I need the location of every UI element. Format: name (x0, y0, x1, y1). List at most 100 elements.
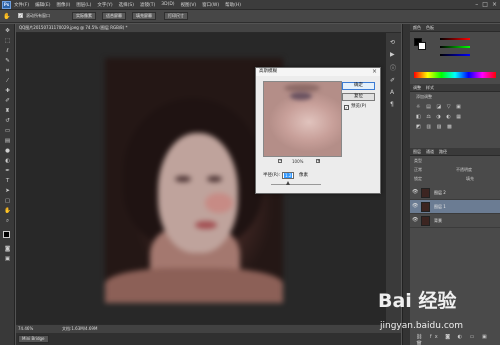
kind-filter[interactable]: 类型 (414, 158, 422, 164)
brush-tool-icon[interactable]: ✐ (3, 98, 12, 105)
eye-icon[interactable]: 👁 (412, 189, 418, 196)
menu-file[interactable]: 文件(F) (14, 2, 29, 8)
minimize-icon[interactable]: – (475, 1, 478, 8)
menu-image[interactable]: 图像(I) (56, 2, 70, 8)
pen-tool-icon[interactable]: ✒ (3, 168, 12, 175)
maximize-icon[interactable]: □ (482, 1, 488, 8)
radius-slider-thumb[interactable] (286, 181, 290, 185)
history-panel-icon[interactable]: ⟲ (390, 39, 395, 46)
dialog-titlebar[interactable]: 高斯模糊 × (256, 68, 380, 76)
status-bar: 74.46% 文档:1.63M/4.69M (16, 324, 401, 333)
hand-tool-icon[interactable]: ✋ (3, 208, 12, 215)
clone-stamp-tool-icon[interactable]: ♜ (3, 108, 12, 115)
preview-label: 预览(P) (351, 104, 367, 109)
fill-screen-button[interactable]: 填充屏幕 (132, 12, 156, 20)
green-slider[interactable] (440, 46, 470, 48)
gradient-tool-icon[interactable]: ▤ (3, 138, 12, 145)
radius-unit: 像素 (299, 173, 308, 178)
marquee-tool-icon[interactable]: ⬚ (3, 38, 12, 45)
move-tool-icon[interactable]: ✥ (3, 28, 12, 35)
menu-view[interactable]: 视图(V) (181, 2, 197, 8)
brush-panel-icon[interactable]: ✐ (390, 77, 395, 84)
radius-row: 半径(R): 1.2 像素 (263, 172, 373, 180)
color-spectrum[interactable] (414, 72, 496, 78)
adjustment-icons[interactable]: ◧ ⚖ ◑ ◐ ▦ (416, 114, 463, 121)
layer-name: 图层 2 (434, 190, 446, 195)
watermark: Bai 经验 jingyan.baidu.com (376, 290, 500, 345)
mini-bridge-tab[interactable]: Mini Bridge (18, 335, 49, 343)
zoom-level[interactable]: 74.46% (18, 326, 33, 332)
zoom-tool-icon[interactable]: ⌕ (3, 218, 12, 225)
preview-checkbox[interactable]: ✓ (344, 105, 349, 110)
tab-swatches[interactable]: 色板 (426, 25, 434, 31)
background-color-swatch[interactable] (418, 42, 426, 50)
lock-label: 锁定 (414, 176, 422, 181)
radius-slider-track[interactable] (271, 184, 321, 185)
menu-edit[interactable]: 编辑(E) (35, 2, 50, 8)
eraser-tool-icon[interactable]: ▭ (3, 128, 12, 135)
radius-input[interactable]: 1.2 (282, 172, 294, 179)
quick-mask-icon[interactable]: ◙ (3, 246, 12, 253)
foreground-color-swatch[interactable] (3, 231, 10, 238)
quick-select-tool-icon[interactable]: ✎ (3, 58, 12, 65)
menu-type[interactable]: 文字(Y) (97, 2, 112, 8)
eye-icon[interactable]: 👁 (412, 217, 418, 224)
tab-color[interactable]: 颜色 (413, 25, 421, 31)
reset-button[interactable]: 复位 (342, 93, 375, 101)
zoom-out-icon[interactable]: − (278, 159, 282, 163)
menu-layer[interactable]: 图层(L) (76, 2, 91, 8)
tab-styles[interactable]: 样式 (426, 85, 434, 91)
eye-icon[interactable]: 👁 (412, 203, 418, 210)
layer-row[interactable]: 👁 背景 (410, 214, 500, 228)
layer-row[interactable]: 👁 图层 1 (410, 200, 500, 214)
actual-pixels-button[interactable]: 实际像素 (72, 12, 96, 20)
blend-mode-select[interactable]: 正常 (414, 167, 422, 173)
menu-3d[interactable]: 3D(D) (161, 2, 174, 8)
screen-mode-icon[interactable]: ▣ (3, 256, 12, 263)
watermark-url: jingyan.baidu.com (380, 321, 464, 331)
paragraph-panel-icon[interactable]: ¶ (390, 101, 394, 108)
close-icon[interactable]: × (492, 1, 497, 8)
blur-tool-icon[interactable]: ● (3, 148, 12, 155)
brow-shape (284, 84, 320, 92)
path-select-tool-icon[interactable]: ➤ (3, 188, 12, 195)
gaussian-blur-dialog: 高斯模糊 × 确定 复位 ✓ 预览(P) − 100% + 半径(R): 1.2… (255, 67, 381, 194)
info-panel-icon[interactable]: ⓘ (390, 65, 396, 72)
close-icon[interactable]: × (372, 68, 377, 76)
adjustment-icons[interactable]: ☼ ▤ ◪ ▽ ▣ (416, 104, 463, 111)
zoom-in-icon[interactable]: + (316, 159, 320, 163)
adjustment-icons[interactable]: ◩ ▥ ▨ ▩ (416, 124, 454, 131)
lasso-tool-icon[interactable]: ℓ (3, 48, 12, 55)
fill-label: 填充 (466, 176, 474, 181)
layer-thumbnail (421, 188, 430, 198)
scroll-all-checkbox[interactable]: ✓ (18, 13, 23, 18)
print-size-button[interactable]: 打印尺寸 (164, 12, 188, 20)
menu-window[interactable]: 窗口(W) (202, 2, 219, 8)
photoshop-logo: Ps (2, 1, 11, 9)
document-tab[interactable]: QQ图片20150731170029.jpeg @ 74.5% (图层 RGB/… (16, 24, 401, 33)
healing-brush-tool-icon[interactable]: ✚ (3, 88, 12, 95)
tab-adjustments[interactable]: 调整 (413, 85, 421, 91)
ok-button[interactable]: 确定 (342, 82, 375, 90)
menu-select[interactable]: 选择(S) (119, 2, 134, 8)
layer-row[interactable]: 👁 图层 2 (410, 186, 500, 200)
menu-help[interactable]: 帮助(H) (225, 2, 241, 8)
fit-screen-button[interactable]: 适合屏幕 (102, 12, 126, 20)
history-brush-tool-icon[interactable]: ↺ (3, 118, 12, 125)
blue-slider[interactable] (440, 54, 470, 56)
dodge-tool-icon[interactable]: ◐ (3, 158, 12, 165)
menu-bar: Ps 文件(F) 编辑(E) 图像(I) 图层(L) 文字(Y) 选择(S) 滤… (0, 0, 500, 10)
red-slider[interactable] (440, 38, 470, 40)
tab-layers[interactable]: 图层 (413, 149, 421, 155)
eyedropper-tool-icon[interactable]: ⁄ (3, 78, 12, 85)
character-panel-icon[interactable]: A (390, 89, 394, 96)
tab-channels[interactable]: 通道 (426, 149, 434, 155)
type-tool-icon[interactable]: T (3, 178, 12, 185)
menu-filter[interactable]: 滤镜(T) (140, 2, 155, 8)
crop-tool-icon[interactable]: ⌗ (3, 68, 12, 75)
blur-preview[interactable] (263, 81, 342, 157)
actions-panel-icon[interactable]: ▶ (390, 51, 395, 58)
shape-tool-icon[interactable]: ▢ (3, 198, 12, 205)
layer-thumbnail (421, 216, 430, 226)
tab-paths[interactable]: 路径 (439, 149, 447, 155)
